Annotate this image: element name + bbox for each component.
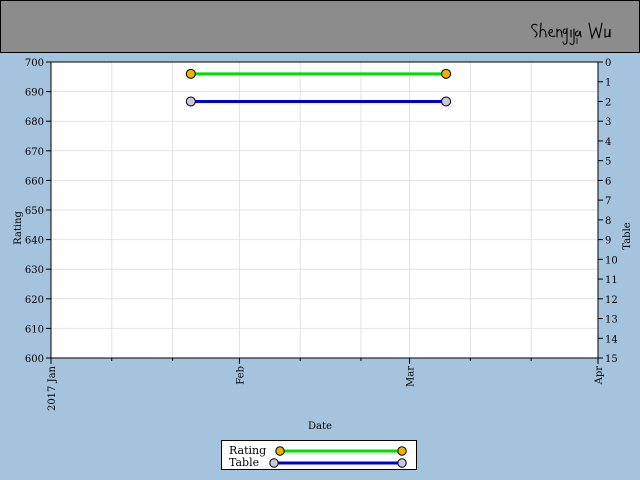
y-right-tick-label: 14: [605, 334, 618, 345]
legend: Rating Table: [221, 440, 417, 470]
legend-marker-rating: [275, 446, 285, 456]
x-axis: 2017 Jan Feb Mar Apr: [47, 358, 605, 411]
legend-marker-rating: [397, 446, 407, 456]
y-left-tick-label: 630: [25, 265, 44, 276]
data-point-rating: [185, 68, 196, 79]
y-left-tick-label: 600: [25, 354, 44, 365]
y-left-tick-label: 660: [25, 176, 44, 187]
y-left-tick-label: 640: [25, 236, 44, 247]
y-left-tick-label: 690: [25, 88, 44, 99]
y-left-tick-label: 700: [25, 58, 44, 69]
y-left-tick-label: 650: [25, 206, 44, 217]
y-right-tick-label: 5: [605, 157, 611, 168]
x-tick-label: Feb: [235, 366, 246, 385]
y-left-tick-label: 610: [25, 324, 44, 335]
y-right-tick-label: 13: [605, 315, 618, 326]
y-axis-left-title: Rating: [13, 211, 24, 245]
y-right-tick-label: 4: [605, 137, 611, 148]
y-right-tick-label: 3: [605, 117, 611, 128]
y-right-tick-label: 9: [605, 236, 611, 247]
legend-marker-table: [397, 458, 407, 468]
data-point-table: [185, 96, 196, 107]
x-axis-title: Date: [308, 421, 332, 432]
legend-swatches: [269, 446, 407, 468]
y-left-tick-label: 670: [25, 147, 44, 158]
y-axis-left: 600 610 620 630 640 650 660 670 680 690 700: [25, 58, 51, 365]
y-left-tick-label: 620: [25, 295, 44, 306]
y-axis-right: 0123456789101112131415: [598, 58, 618, 365]
data-point-rating: [441, 68, 452, 79]
y-right-tick-label: 2: [605, 97, 611, 108]
y-right-tick-label: 7: [605, 196, 611, 207]
x-tick-label: Mar: [406, 366, 417, 387]
y-right-tick-label: 0: [605, 58, 611, 69]
x-tick-label: 2017 Jan: [47, 365, 58, 411]
y-right-tick-label: 10: [605, 255, 618, 266]
y-right-tick-label: 6: [605, 176, 611, 187]
legend-marker-table: [269, 458, 279, 468]
y-right-tick-label: 1: [605, 78, 611, 89]
data-point-table: [441, 96, 452, 107]
y-right-tick-label: 15: [605, 354, 618, 365]
y-left-tick-label: 680: [25, 117, 44, 128]
y-right-tick-label: 8: [605, 216, 611, 227]
y-axis-right-title: Table: [622, 222, 633, 249]
x-tick-label: Apr: [594, 366, 605, 386]
chart: 2017 Jan Feb Mar Apr 6006106206306406506606…: [13, 58, 633, 432]
y-right-tick-label: 11: [605, 275, 618, 286]
y-right-tick-label: 12: [605, 295, 618, 306]
